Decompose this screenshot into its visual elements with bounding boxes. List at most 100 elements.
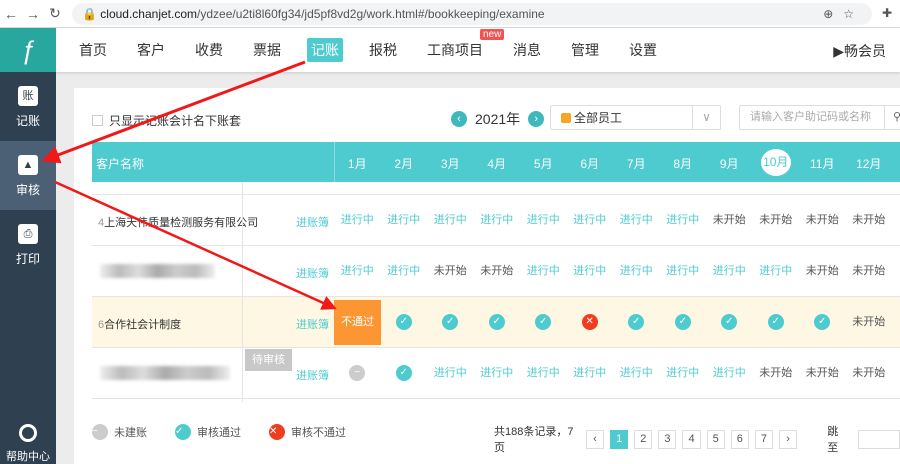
month-cell-5[interactable]: 进行中 (520, 195, 567, 246)
jump-page-input[interactable] (858, 429, 900, 449)
nav-item-4[interactable]: 记账 (307, 38, 343, 62)
month-cell-3[interactable]: ✓ (427, 297, 474, 348)
prev-page-button[interactable]: ‹ (585, 429, 605, 449)
month-cell-3[interactable]: 进行中 (427, 195, 474, 246)
page-5[interactable]: 5 (706, 429, 725, 449)
month-cell-8[interactable]: 进行中 (660, 246, 707, 297)
month-cell-8[interactable]: 进行中 (660, 348, 707, 399)
sidebar-item-2[interactable]: ⎙ 打印 (0, 210, 56, 279)
address-bar[interactable]: 🔒 cloud.chanjet.com/ydzee/u2ti8l60fg34/j… (72, 3, 872, 25)
search-icon[interactable]: ⚲ (884, 106, 900, 129)
ledger-link[interactable]: 进账簿 (296, 367, 329, 383)
month-cell-5[interactable]: 进行中 (520, 348, 567, 399)
month-cell-10[interactable]: 未开始 (753, 348, 800, 399)
month-cell-5[interactable]: 进行中 (520, 246, 567, 297)
month-cell-4[interactable]: 进行中 (474, 195, 521, 246)
month-cell-6[interactable]: ✕ (567, 297, 614, 348)
month-cell-6[interactable]: 进行中 (567, 246, 614, 297)
month-cell-11[interactable]: ✓ (799, 297, 846, 348)
page-4[interactable]: 4 (682, 429, 701, 449)
page-3[interactable]: 3 (658, 429, 677, 449)
month-header-9[interactable]: 9月 (706, 155, 753, 172)
nav-item-8[interactable]: 管理 (567, 38, 603, 62)
month-cell-2[interactable]: ✓ (381, 297, 428, 348)
nav-item-5[interactable]: 报税 (365, 38, 401, 62)
month-header-12[interactable]: 12月 (846, 155, 893, 172)
nav-item-0[interactable]: 首页 (75, 38, 111, 62)
month-cell-10[interactable]: 未开始 (753, 195, 800, 246)
employee-select[interactable]: 全部员工 ∨ (550, 105, 721, 130)
help-center[interactable]: 帮助中心 (0, 424, 56, 464)
month-cell-5[interactable]: ✓ (520, 297, 567, 348)
chevron-down-icon[interactable]: ∨ (692, 106, 720, 129)
ledger-link[interactable]: 进账簿 (296, 316, 329, 332)
month-cell-3[interactable]: 进行中 (427, 348, 474, 399)
month-cell-7[interactable]: 进行中 (613, 246, 660, 297)
month-header-8[interactable]: 8月 (660, 155, 707, 172)
month-cell-3[interactable]: 未开始 (427, 246, 474, 297)
month-cell-1[interactable]: 进行中 (334, 195, 381, 246)
sidebar-item-1[interactable]: ▲ 审核 (0, 141, 56, 210)
back-icon[interactable]: ← (0, 6, 22, 22)
month-cell-7[interactable]: 进行中 (613, 195, 660, 246)
month-header-7[interactable]: 7月 (613, 155, 660, 172)
prev-year-button[interactable]: ‹ (451, 111, 467, 127)
month-cell-8[interactable]: 进行中 (660, 195, 707, 246)
extensions-icon[interactable]: ✚ (882, 6, 892, 20)
month-cell-10[interactable]: 进行中 (753, 246, 800, 297)
month-cell-8[interactable]: ✓ (660, 297, 707, 348)
ledger-link[interactable]: 进账簿 (296, 214, 329, 230)
month-cell-2[interactable]: 进行中 (381, 195, 428, 246)
month-cell-9[interactable]: ✓ (706, 297, 753, 348)
vip-link[interactable]: ▶畅会员 (833, 41, 886, 61)
month-cell-6[interactable]: 进行中 (567, 195, 614, 246)
checkbox-icon[interactable] (92, 115, 103, 126)
next-page-button[interactable]: › (779, 429, 798, 449)
month-cell-12[interactable]: 未开始 (846, 195, 893, 246)
nav-item-2[interactable]: 收费 (191, 38, 227, 62)
ledger-link[interactable]: 进账簿 (296, 265, 329, 281)
nav-item-3[interactable]: 票据 (249, 38, 285, 62)
month-header-10[interactable]: 10月 (753, 149, 800, 176)
month-cell-9[interactable]: 进行中 (706, 246, 753, 297)
page-2[interactable]: 2 (634, 429, 653, 449)
review-failed-button[interactable]: 不通过 (334, 300, 381, 345)
month-cell-12[interactable]: 未开始 (846, 348, 893, 399)
month-header-4[interactable]: 4月 (474, 155, 521, 172)
month-cell-11[interactable]: 未开始 (799, 348, 846, 399)
page-7[interactable]: 7 (754, 429, 774, 449)
month-cell-4[interactable]: 未开始 (474, 246, 521, 297)
month-header-1[interactable]: 1月 (334, 155, 381, 172)
month-header-3[interactable]: 3月 (427, 155, 474, 172)
month-cell-1[interactable]: 进行中 (334, 246, 381, 297)
month-cell-4[interactable]: ✓ (474, 297, 521, 348)
nav-item-9[interactable]: 设置 (625, 38, 661, 62)
month-cell-6[interactable]: 进行中 (567, 348, 614, 399)
nav-item-6[interactable]: 工商项目 (423, 38, 487, 62)
only-mine-checkbox[interactable]: 只显示记账会计名下账套 (92, 112, 241, 129)
month-cell-12[interactable]: 未开始 (846, 297, 893, 348)
next-year-button[interactable]: › (528, 111, 545, 127)
logo[interactable]: ƒ (0, 28, 56, 72)
month-cell-2[interactable]: 进行中 (381, 246, 428, 297)
month-header-6[interactable]: 6月 (567, 155, 614, 172)
page-1[interactable]: 1 (610, 429, 629, 449)
month-cell-12[interactable]: 未开始 (846, 246, 893, 297)
nav-item-1[interactable]: 客户 (133, 38, 169, 62)
month-header-11[interactable]: 11月 (799, 155, 846, 172)
month-header-5[interactable]: 5月 (520, 155, 567, 172)
nav-item-7[interactable]: 消息 (509, 38, 545, 62)
month-cell-7[interactable]: 进行中 (613, 348, 660, 399)
month-cell-1[interactable]: − (334, 348, 381, 399)
month-cell-1[interactable]: 不通过 (334, 297, 381, 348)
reload-icon[interactable]: ↻ (44, 5, 66, 22)
month-cell-9[interactable]: 进行中 (706, 348, 753, 399)
month-cell-11[interactable]: 未开始 (799, 195, 846, 246)
sidebar-item-0[interactable]: 账记账 (0, 72, 56, 141)
page-6[interactable]: 6 (730, 429, 749, 449)
month-cell-10[interactable]: ✓ (753, 297, 800, 348)
month-cell-7[interactable]: ✓ (613, 297, 660, 348)
month-header-2[interactable]: 2月 (381, 155, 428, 172)
month-cell-4[interactable]: 进行中 (474, 348, 521, 399)
forward-icon[interactable]: → (22, 6, 44, 22)
